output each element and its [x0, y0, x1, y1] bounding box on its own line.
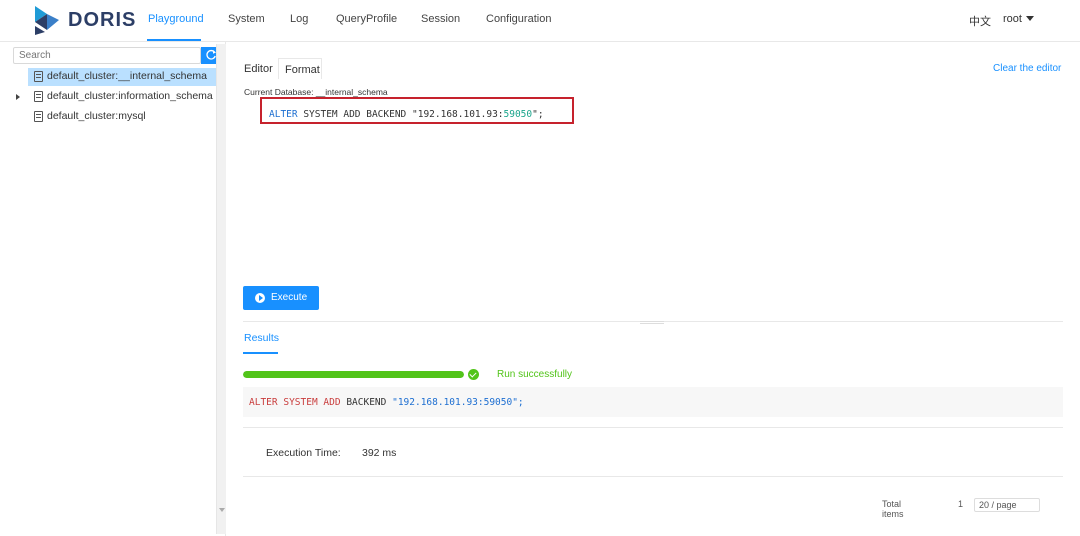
progress-fill — [243, 371, 464, 378]
execution-info: Execution Time: 392 ms — [243, 427, 1063, 477]
sql-keyword: ALTER — [269, 109, 298, 120]
nav-configuration[interactable]: Configuration — [486, 13, 551, 25]
tree-item-label: default_cluster:information_schema — [47, 90, 213, 102]
user-menu[interactable]: root — [1003, 13, 1022, 25]
current-database-label: Current Database: — [244, 87, 314, 97]
execution-time-value: 392 ms — [362, 447, 397, 459]
play-circle-icon — [255, 293, 265, 303]
tab-format[interactable]: Format — [278, 58, 322, 79]
nav-active-indicator — [147, 39, 201, 41]
clear-editor-link[interactable]: Clear the editor — [993, 63, 1061, 74]
database-search-input[interactable] — [13, 47, 201, 64]
page-size-select[interactable]: 20 / page — [974, 498, 1040, 512]
tree-item-label: default_cluster:mysql — [47, 110, 146, 122]
database-icon — [34, 91, 43, 102]
sql-text: SYSTEM ADD BACKEND — [297, 109, 412, 120]
playground-main: Editor Format Clear the editor Current D… — [226, 42, 1080, 536]
language-switch[interactable]: 中文 — [969, 13, 991, 29]
resize-handle[interactable] — [640, 321, 664, 324]
pagination-page[interactable]: 1 — [958, 499, 963, 509]
sql-string: "192.168.101.93: — [412, 109, 504, 120]
tree-item-mysql[interactable]: default_cluster:mysql — [12, 108, 216, 126]
doris-logo-icon — [35, 6, 59, 35]
sql-keyword: ADD — [323, 397, 341, 408]
database-sidebar: default_cluster:__internal_schema defaul… — [0, 42, 226, 536]
execution-time-label: Execution Time: — [266, 447, 341, 459]
brand-name: DORIS — [68, 9, 137, 31]
nav-session[interactable]: Session — [421, 13, 460, 25]
tab-results[interactable]: Results — [244, 332, 279, 344]
tree-item-label: default_cluster:__internal_schema — [47, 70, 207, 82]
current-database-value: __internal_schema — [315, 87, 388, 97]
current-database: Current Database: __internal_schema — [244, 87, 388, 97]
executed-sql: ALTER SYSTEM ADD BACKEND "192.168.101.93… — [243, 387, 1063, 417]
top-navbar: DORIS Playground System Log QueryProfile… — [0, 0, 1080, 42]
check-circle-icon — [468, 369, 479, 380]
sql-number: 59050 — [503, 109, 533, 120]
results-tab-indicator — [243, 352, 278, 354]
nav-playground[interactable]: Playground — [148, 13, 204, 25]
sql-editor[interactable]: ALTER SYSTEM ADD BACKEND "192.168.101.93… — [269, 109, 544, 120]
execute-label: Execute — [271, 292, 308, 303]
sql-string-end: "; — [532, 109, 544, 120]
caret-right-icon[interactable] — [16, 94, 20, 100]
sql-keyword: SYSTEM — [283, 397, 318, 408]
database-icon — [34, 71, 43, 82]
sql-string: "192.168.101.93:59050"; — [392, 397, 524, 408]
run-status: Run successfully — [497, 369, 573, 380]
progress-bar — [243, 371, 464, 378]
tab-editor[interactable]: Editor — [244, 63, 273, 75]
nav-queryprofile[interactable]: QueryProfile — [336, 13, 397, 25]
tree-item-internal-schema[interactable]: default_cluster:__internal_schema — [12, 68, 216, 86]
database-icon — [34, 111, 43, 122]
nav-log[interactable]: Log — [290, 13, 308, 25]
nav-system[interactable]: System — [228, 13, 265, 25]
sidebar-scrollbar[interactable] — [216, 44, 226, 534]
sql-keyword: ALTER — [249, 397, 278, 408]
execute-button[interactable]: Execute — [243, 286, 319, 310]
sql-text: BACKEND — [346, 397, 387, 408]
caret-down-icon[interactable] — [1026, 16, 1034, 21]
pagination-total: Total items — [882, 499, 904, 519]
tree-item-information-schema[interactable]: default_cluster:information_schema — [12, 88, 216, 106]
scroll-down-icon[interactable] — [219, 508, 225, 512]
